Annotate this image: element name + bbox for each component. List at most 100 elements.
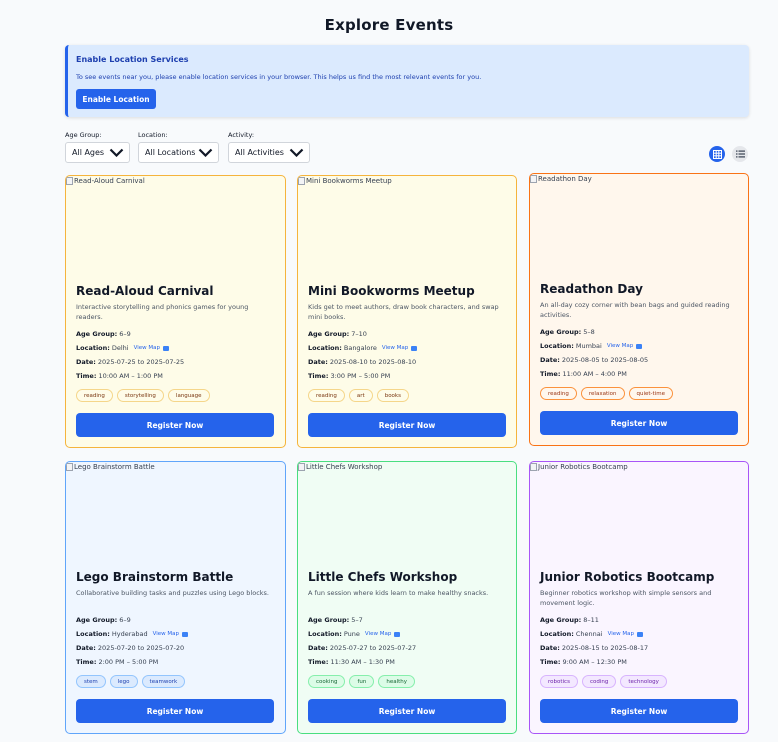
date-key: Date:: [308, 644, 328, 652]
grid-view-button[interactable]: [709, 146, 725, 162]
page-title: Explore Events: [324, 16, 454, 34]
event-age-group: Age Group: 5–8: [540, 328, 595, 336]
location-select[interactable]: All Locations: [138, 142, 219, 163]
event-tag: fun: [349, 675, 375, 688]
date-key: Date:: [540, 356, 560, 364]
date-key: Date:: [540, 644, 560, 652]
event-description: Interactive storytelling and phonics gam…: [76, 303, 249, 321]
event-tag: art: [348, 389, 373, 402]
location-banner-text: To see events near you, please enable lo…: [76, 73, 482, 81]
event-tag: reading: [308, 389, 345, 402]
age-group-value: 8–11: [583, 616, 599, 624]
event-image-alt: Mini Bookworms Meetup: [306, 177, 392, 185]
event-image-alt: Readathon Day: [538, 175, 592, 183]
event-description: A fun session where kids learn to make h…: [308, 589, 489, 597]
register-now-button[interactable]: Register Now: [308, 699, 506, 723]
location-key: Location:: [540, 630, 574, 638]
view-map-link[interactable]: View Map: [365, 631, 401, 637]
event-tag: reading: [540, 387, 577, 400]
chevron-down-icon: [198, 148, 213, 157]
time-value: 9:00 AM – 12:30 PM: [562, 658, 627, 666]
event-location: Location: Delhi View Map: [76, 344, 170, 352]
event-tags: stem lego teamwork: [76, 675, 186, 688]
time-value: 3:00 PM – 5:00 PM: [330, 372, 391, 380]
map-icon: [411, 345, 418, 351]
location-value: Mumbai: [575, 342, 602, 350]
map-icon: [636, 343, 643, 349]
map-icon: [636, 631, 643, 637]
age-group-value: All Ages: [72, 148, 105, 157]
register-now-button[interactable]: Register Now: [540, 411, 738, 435]
view-map-link[interactable]: View Map: [608, 631, 643, 637]
event-image: Lego Brainstorm Battle: [66, 463, 155, 471]
list-view-button[interactable]: [732, 146, 748, 162]
register-now-button[interactable]: Register Now: [308, 413, 506, 437]
event-tag: coding: [581, 675, 617, 688]
date-value: 2025-08-10 to 2025-08-10: [329, 358, 417, 366]
event-tag: language: [167, 389, 210, 402]
event-location: Location: Hyderabad View Map: [76, 630, 189, 638]
event-tag: lego: [109, 675, 138, 688]
age-group-value: 6–9: [119, 330, 131, 338]
event-title: Little Chefs Workshop: [308, 570, 458, 584]
time-value: 2:00 PM – 5:00 PM: [98, 658, 159, 666]
time-key: Time:: [540, 370, 561, 378]
event-time: Time: 3:00 PM – 5:00 PM: [308, 372, 390, 380]
location-value: Delhi: [111, 344, 129, 352]
event-card: Mini Bookworms Meetup Mini Bookworms Meet…: [297, 175, 517, 448]
time-key: Time:: [76, 658, 97, 666]
event-tags: reading relaxation quiet-time: [540, 387, 673, 400]
event-description: An all-day cozy corner with bean bags an…: [540, 301, 730, 319]
broken-image-icon: [298, 177, 305, 185]
event-time: Time: 2:00 PM – 5:00 PM: [76, 658, 158, 666]
age-group-select[interactable]: All Ages: [65, 142, 130, 163]
register-now-button[interactable]: Register Now: [76, 699, 274, 723]
event-tag: quiet-time: [628, 387, 673, 400]
event-tag: technology: [620, 675, 667, 688]
view-map-link[interactable]: View Map: [382, 345, 418, 351]
register-now-button[interactable]: Register Now: [540, 699, 738, 723]
time-value: 10:00 AM – 1:00 PM: [98, 372, 163, 380]
grid-icon: [712, 149, 722, 159]
event-tag: stem: [76, 675, 106, 688]
activity-label: Activity:: [228, 131, 255, 139]
event-location: Location: Chennai View Map: [540, 630, 643, 638]
view-map-link[interactable]: View Map: [134, 345, 170, 351]
event-image: Mini Bookworms Meetup: [298, 177, 392, 185]
event-age-group: Age Group: 7–10: [308, 330, 367, 338]
view-map-link[interactable]: View Map: [607, 343, 643, 349]
activity-value: All Activities: [235, 148, 284, 157]
activity-select[interactable]: All Activities: [228, 142, 310, 163]
event-time: Time: 10:00 AM – 1:00 PM: [76, 372, 163, 380]
event-age-group: Age Group: 6–9: [76, 616, 131, 624]
list-icon: [735, 150, 745, 158]
enable-location-button[interactable]: Enable Location: [76, 89, 156, 109]
view-map-label: View Map: [152, 631, 180, 637]
age-group-label: Age Group:: [65, 131, 102, 139]
event-image: Read-Aloud Carnival: [66, 177, 145, 185]
event-description: Kids get to meet authors, draw book char…: [308, 303, 499, 321]
age-group-key: Age Group:: [308, 616, 350, 624]
event-date: Date: 2025-07-27 to 2025-07-27: [308, 644, 416, 652]
event-card: Readathon Day Readathon Day An all-day coz…: [529, 173, 749, 446]
event-age-group: Age Group: 6–9: [76, 330, 131, 338]
event-tag: robotics: [540, 675, 578, 688]
event-card: Read-Aloud Carnival Read-Aloud Carnival In…: [65, 175, 286, 448]
event-age-group: Age Group: 8–11: [540, 616, 599, 624]
event-image-alt: Lego Brainstorm Battle: [74, 463, 155, 471]
age-group-value: 5–8: [583, 328, 595, 336]
view-map-link[interactable]: View Map: [152, 631, 189, 637]
location-key: Location:: [308, 630, 342, 638]
event-tags: robotics coding technology: [540, 675, 667, 688]
event-card: Lego Brainstorm Battle Lego Brainstorm Ba…: [65, 461, 286, 734]
event-date: Date: 2025-08-15 to 2025-08-17: [540, 644, 648, 652]
broken-image-icon: [66, 463, 73, 471]
event-title: Read-Aloud Carnival: [76, 284, 214, 298]
event-description: Collaborative building tasks and puzzles…: [76, 589, 269, 597]
event-time: Time: 11:00 AM – 4:00 PM: [540, 370, 627, 378]
time-key: Time:: [308, 658, 329, 666]
register-now-button[interactable]: Register Now: [76, 413, 274, 437]
date-value: 2025-07-20 to 2025-07-20: [97, 644, 185, 652]
location-label: Location:: [138, 131, 168, 139]
event-tag: storytelling: [116, 389, 164, 402]
